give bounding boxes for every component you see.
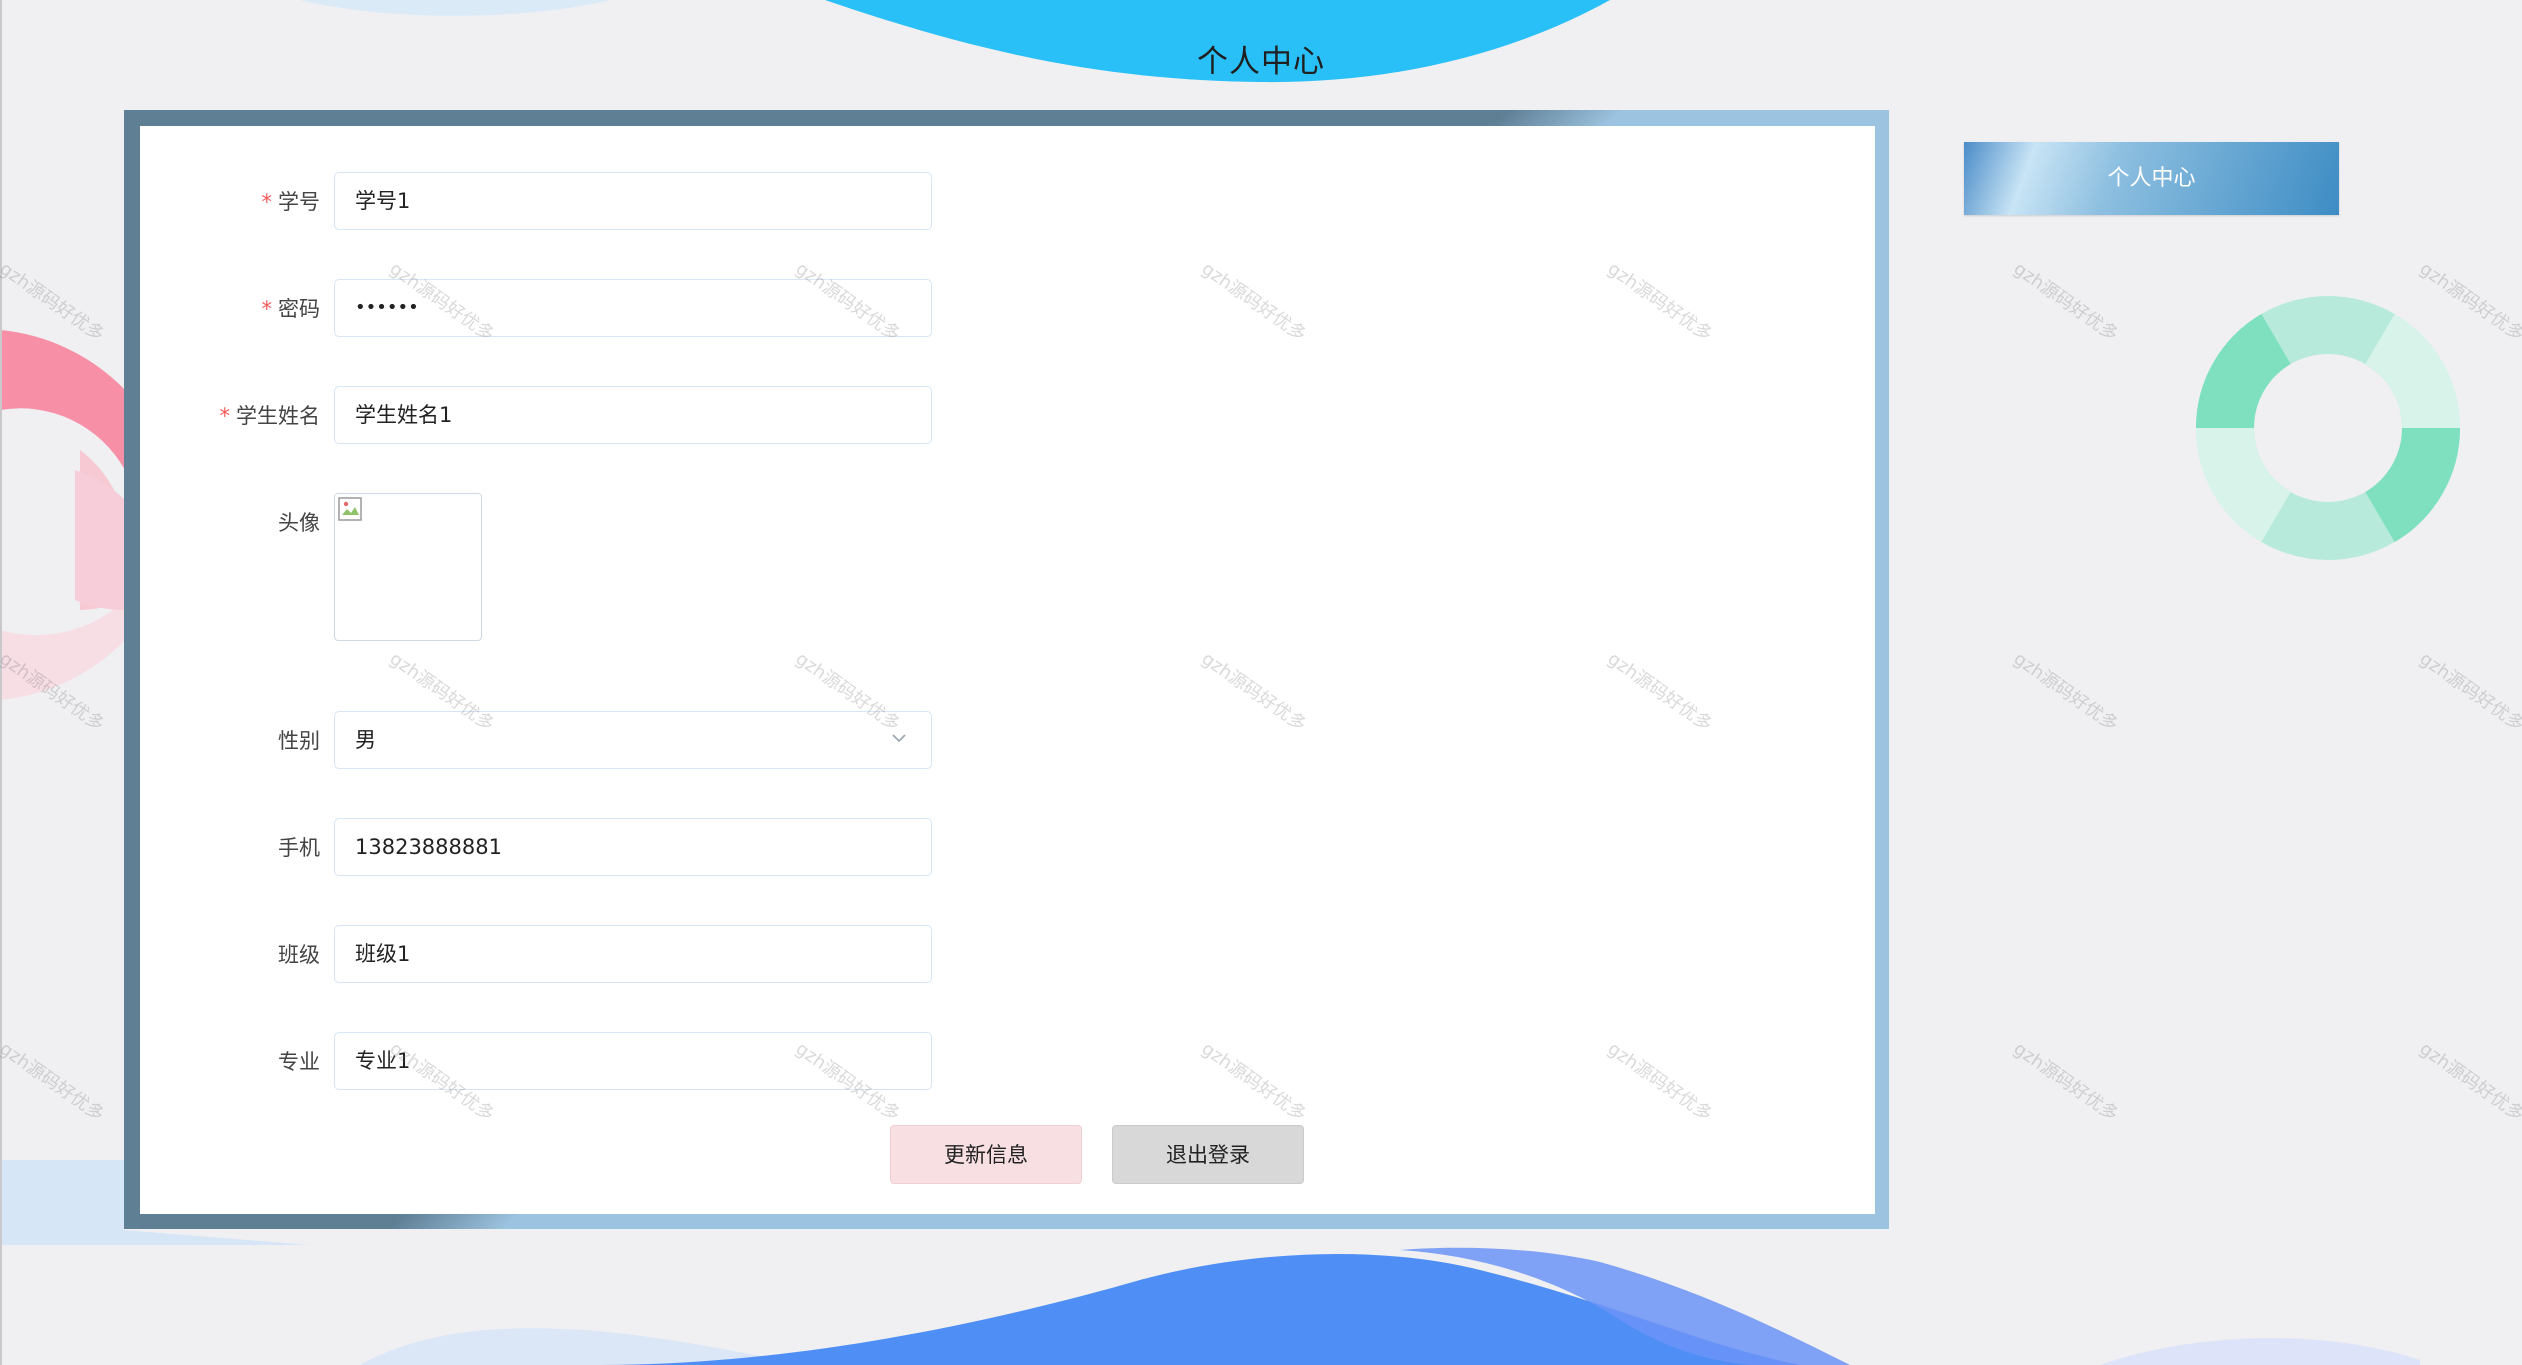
phone-input[interactable]: 13823888881 — [334, 818, 932, 876]
avatar-upload[interactable] — [334, 493, 482, 641]
form-row-gender: 性别 男 — [140, 711, 940, 771]
form-row-student-name: * 学生姓名 学生姓名1 — [140, 386, 940, 446]
label-major: 专业 — [278, 1050, 320, 1074]
form-row-phone: 手机 13823888881 — [140, 818, 940, 878]
gender-selected-value: 男 — [355, 728, 376, 752]
label-avatar: 头像 — [278, 511, 320, 535]
form-row-password: * 密码 •••••• — [140, 279, 940, 339]
required-star: * — [261, 190, 273, 214]
update-info-button[interactable]: 更新信息 — [890, 1125, 1082, 1184]
chevron-down-icon — [892, 734, 906, 743]
label-student-name: * 学生姓名 — [219, 404, 321, 428]
required-star: * — [261, 297, 273, 321]
window-edge — [0, 0, 2, 1365]
label-class: 班级 — [278, 943, 320, 967]
form-row-avatar: 头像 — [140, 493, 940, 641]
sidebar-profile-button[interactable]: 个人中心 — [1964, 142, 2339, 215]
broken-image-icon — [338, 497, 362, 521]
major-input[interactable]: 专业1 — [334, 1032, 932, 1090]
label-password: * 密码 — [261, 297, 321, 321]
required-star: * — [219, 404, 231, 428]
form-row-class: 班级 班级1 — [140, 925, 940, 985]
form-row-student-id: * 学号 学号1 — [140, 172, 940, 232]
password-input[interactable]: •••••• — [334, 279, 932, 337]
student-id-input[interactable]: 学号1 — [334, 172, 932, 230]
label-student-id: * 学号 — [261, 190, 321, 214]
student-name-input[interactable]: 学生姓名1 — [334, 386, 932, 444]
page-title: 个人中心 — [1197, 44, 1325, 80]
form-row-major: 专业 专业1 — [140, 1032, 940, 1092]
class-input[interactable]: 班级1 — [334, 925, 932, 983]
label-phone: 手机 — [278, 836, 320, 860]
label-gender: 性别 — [278, 729, 320, 753]
logout-button[interactable]: 退出登录 — [1112, 1125, 1304, 1184]
gender-select[interactable]: 男 — [334, 711, 932, 769]
